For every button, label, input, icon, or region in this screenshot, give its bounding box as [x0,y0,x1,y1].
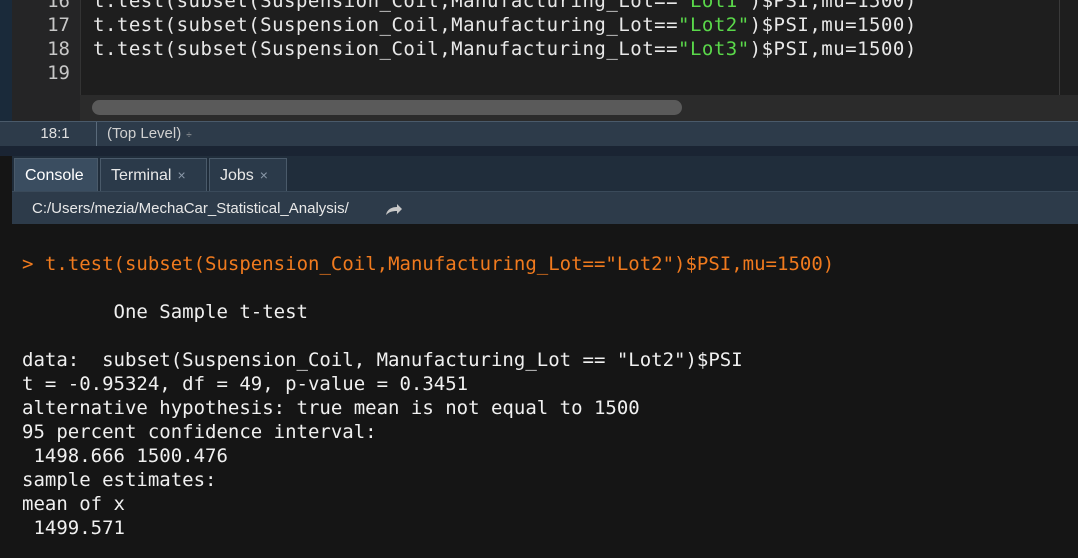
console-output-line: sample estimates: [22,469,217,491]
tab-label: Terminal [111,167,172,184]
string-literal: "Lot1" [678,0,750,12]
tab-terminal[interactable]: Terminal × [100,158,207,191]
console-tab-bar: Console Terminal × Jobs × [12,156,1078,192]
line-number: 17 [47,14,70,36]
tab-jobs[interactable]: Jobs × [209,158,287,191]
go-to-directory-icon[interactable] [384,193,404,225]
editor-status-bar: 18:1 (Top Level) ÷ [0,121,1078,147]
tab-label: Jobs [220,167,254,184]
line-number: 16 [47,0,70,12]
line-number-gutter: 16 17 18 19 [0,0,81,121]
vertical-scrollbar[interactable] [1059,0,1078,95]
code-text: )$PSI,mu=1500) [749,14,917,36]
line-number: 19 [47,62,70,84]
close-icon[interactable]: × [177,167,185,183]
chevron-updown-icon: ÷ [186,130,192,141]
code-text: )$PSI,mu=1500) [749,38,917,60]
working-directory-bar: C:/Users/mezia/MechaCar_Statistical_Anal… [12,192,1078,224]
console-output-line: 95 percent confidence interval: [22,421,377,443]
console-prompt: > [22,253,34,275]
line-number: 18 [47,38,70,60]
console-output-line: data: subset(Suspension_Coil, Manufactur… [22,349,743,371]
console-output-line: alternative hypothesis: true mean is not… [22,397,640,419]
working-directory-path: C:/Users/mezia/MechaCar_Statistical_Anal… [32,200,349,217]
code-text: t.test(subset(Suspension_Coil,Manufactur… [93,14,679,36]
horizontal-scrollbar-thumb[interactable] [92,100,682,115]
string-literal: "Lot3" [678,38,750,60]
console-output-line: 1498.666 1500.476 [22,445,228,467]
code-text: t.test(subset(Suspension_Coil,Manufactur… [93,38,679,60]
console-command-line: > t.test(subset(Suspension_Coil,Manufact… [22,252,834,276]
console-command: t.test(subset(Suspension_Coil,Manufactur… [44,253,835,275]
console-output-line: mean of x [22,493,125,515]
close-icon[interactable]: × [260,167,268,183]
scope-selector[interactable]: (Top Level) ÷ [107,122,192,146]
console-output[interactable]: > t.test(subset(Suspension_Coil,Manufact… [12,224,1078,558]
gutter-margin [0,0,12,121]
console-output-line: One Sample t-test [22,301,308,323]
code-line[interactable]: t.test(subset(Suspension_Coil,Manufactur… [93,0,917,13]
code-text: t.test(subset(Suspension_Coil,Manufactur… [93,0,679,12]
scope-label: (Top Level) [107,125,182,142]
pane-splitter[interactable] [0,146,1078,156]
console-output-line: t = -0.95324, df = 49, p-value = 0.3451 [22,373,469,395]
code-text: )$PSI,mu=1500) [749,0,917,12]
code-line[interactable]: t.test(subset(Suspension_Coil,Manufactur… [93,13,917,37]
cursor-position: 18:1 [14,122,97,146]
tab-label: Console [25,167,84,184]
console-output-line: 1499.571 [22,517,125,539]
source-editor[interactable]: 16 17 18 19 t.test(subset(Suspension_Coi… [0,0,1078,121]
tab-console[interactable]: Console [14,158,98,191]
code-line[interactable]: t.test(subset(Suspension_Coil,Manufactur… [93,37,917,61]
string-literal: "Lot2" [678,14,750,36]
